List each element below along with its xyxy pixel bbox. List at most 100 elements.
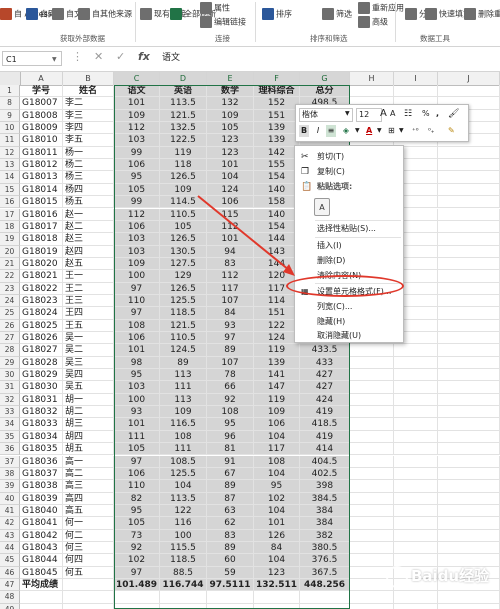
table-cell[interactable]: G18016 [20,208,63,221]
table-cell[interactable] [438,294,500,308]
table-cell[interactable]: 119 [254,393,300,407]
table-cell[interactable]: G18042 [20,529,63,542]
table-cell[interactable]: 109 [160,406,207,419]
column-header[interactable]: I [394,72,438,85]
font-size-box[interactable]: 12 [356,108,382,122]
table-cell[interactable]: 92 [207,393,254,407]
table-cell[interactable]: G18026 [20,332,63,345]
table-cell[interactable]: 101.489 [114,579,160,592]
column-header[interactable]: H [350,72,394,85]
table-cell[interactable]: 101 [254,517,300,530]
column-header[interactable]: C [114,72,160,85]
table-cell[interactable] [438,406,500,419]
row-header[interactable]: 46 [0,566,20,579]
table-cell[interactable]: G18025 [20,319,63,332]
table-cell[interactable] [394,541,438,555]
column-header[interactable]: J [438,72,500,85]
table-cell[interactable]: G18017 [20,220,63,234]
table-cell[interactable]: 110.5 [160,332,207,345]
table-cell[interactable] [438,356,500,370]
table-cell[interactable]: 109 [114,109,160,123]
table-cell[interactable]: 126.5 [160,233,207,246]
table-cell[interactable]: 147 [254,381,300,394]
table-cell[interactable]: 100 [114,270,160,283]
table-cell[interactable]: 129 [160,270,207,283]
table-cell[interactable]: 127.5 [160,257,207,271]
table-cell[interactable]: 吴二 [63,344,114,357]
table-cell[interactable] [350,504,394,518]
table-cell[interactable] [438,517,500,530]
table-cell[interactable]: 419 [300,406,350,419]
table-cell[interactable]: 王一 [63,270,114,283]
table-cell[interactable]: 81 [207,443,254,456]
table-cell[interactable]: 106 [207,196,254,209]
table-cell[interactable]: 吴一 [63,332,114,345]
table-cell[interactable] [394,603,438,609]
table-cell[interactable]: 98 [114,356,160,370]
table-cell[interactable]: 139 [254,356,300,370]
italic-icon[interactable]: I [313,125,323,137]
table-cell[interactable]: 73 [114,529,160,542]
table-cell[interactable] [438,529,500,542]
table-cell[interactable]: 433.5 [300,344,350,357]
table-cell[interactable]: 83 [207,529,254,542]
select-all-corner[interactable] [0,72,21,85]
table-cell[interactable]: 125.5 [160,467,207,481]
menu-item-copy[interactable]: ❐ 复制(C) [295,165,403,179]
menu-item-hide[interactable]: 隐藏(H) [295,315,403,329]
decrease-decimal-icon[interactable]: ⁰₊ [428,125,435,137]
table-cell[interactable]: 132 [207,97,254,110]
table-cell[interactable]: 105 [114,517,160,530]
table-cell[interactable]: 何五 [63,566,114,579]
table-cell[interactable] [63,591,114,604]
table-cell[interactable]: 总分 [300,85,350,98]
table-cell[interactable] [438,369,500,382]
table-cell[interactable]: 何四 [63,554,114,567]
format-painter-icon[interactable]: 🖌 [448,108,459,120]
table-cell[interactable]: 122.5 [160,134,207,147]
ribbon-item[interactable]: 自其他来源 [78,8,132,32]
table-cell[interactable]: 95 [114,171,160,184]
table-cell[interactable]: 367.5 [300,566,350,579]
table-cell[interactable]: 67 [207,467,254,481]
row-header[interactable]: 15 [0,183,20,197]
table-cell[interactable] [438,208,500,221]
table-cell[interactable]: 语文 [114,85,160,98]
table-cell[interactable]: 87 [207,492,254,505]
table-cell[interactable]: 112 [114,208,160,221]
table-cell[interactable]: 何三 [63,541,114,555]
table-cell[interactable] [438,171,500,184]
table-cell[interactable]: 109 [160,183,207,197]
table-cell[interactable]: 108 [160,430,207,444]
table-cell[interactable]: G18018 [20,233,63,246]
table-cell[interactable] [438,307,500,320]
enter-icon[interactable]: ✓ [116,50,125,63]
table-cell[interactable]: G18039 [20,492,63,505]
table-cell[interactable]: 95 [207,418,254,431]
table-cell[interactable] [350,480,394,493]
table-cell[interactable] [300,591,350,604]
table-cell[interactable]: 92 [114,541,160,555]
table-cell[interactable] [350,492,394,505]
table-cell[interactable]: 89 [160,356,207,370]
table-cell[interactable] [394,430,438,444]
table-cell[interactable] [438,492,500,505]
table-cell[interactable]: 何一 [63,517,114,530]
table-cell[interactable]: 105 [160,220,207,234]
table-cell[interactable]: 95 [254,480,300,493]
table-cell[interactable]: 杨三 [63,171,114,184]
table-cell[interactable]: 126.5 [160,171,207,184]
table-cell[interactable]: 杨一 [63,146,114,160]
table-cell[interactable] [207,603,254,609]
table-cell[interactable] [438,282,500,295]
table-cell[interactable]: 107 [207,294,254,308]
table-cell[interactable]: 103 [114,381,160,394]
table-cell[interactable]: 116.744 [160,579,207,592]
table-cell[interactable]: 110.5 [160,208,207,221]
percent-button[interactable]: % [422,108,430,120]
table-cell[interactable]: 78 [207,369,254,382]
table-cell[interactable]: G18034 [20,430,63,444]
table-cell[interactable]: 122 [160,504,207,518]
name-box-dropdown-icon[interactable]: ▼ [52,56,57,63]
row-header[interactable]: 14 [0,171,20,184]
